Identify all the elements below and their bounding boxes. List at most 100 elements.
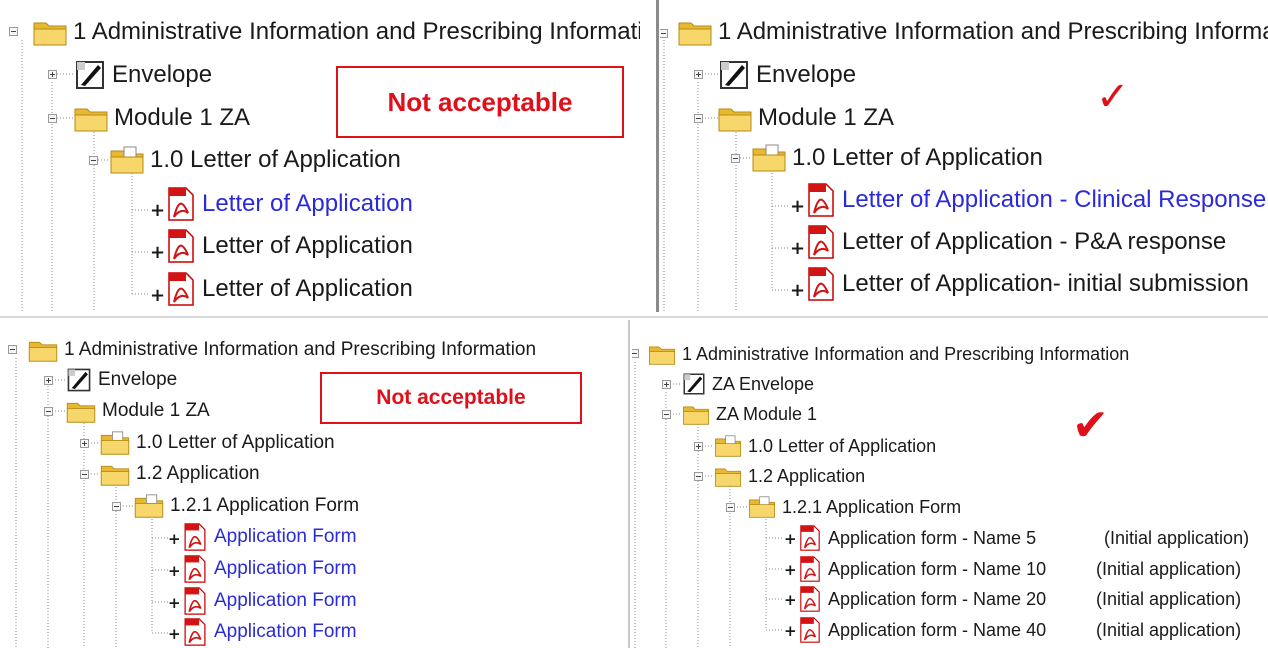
collapse-toggle[interactable] (660, 29, 668, 38)
file-note: (Initial application) (1096, 559, 1242, 579)
pdf-file-icon (168, 187, 194, 221)
tree-node-file[interactable]: Application form - Name 40 (798, 616, 1046, 644)
not-acceptable-stamp: Not acceptable (320, 372, 582, 424)
tree-node-letter-folder[interactable]: 1.0 Letter of Application (752, 140, 1043, 176)
tree-node-file[interactable]: Letter of Application- initial submissio… (806, 266, 1249, 302)
expand-toggle[interactable] (48, 70, 57, 79)
folder-open-icon (33, 22, 67, 46)
expand-toggle[interactable] (694, 442, 703, 451)
stamp-label: Not acceptable (376, 386, 526, 409)
tree-node-file[interactable]: Application Form (182, 618, 357, 646)
tree-node-root[interactable]: 1 Administrative Information and Prescri… (28, 336, 536, 364)
pdf-file-icon (184, 523, 206, 551)
tree-node-envelope[interactable]: Envelope (74, 57, 212, 93)
tree-node-letter-folder[interactable]: 1.0 Letter of Application (110, 142, 401, 178)
not-acceptable-stamp: Not acceptable (336, 66, 624, 138)
tree-node-root[interactable]: 1 Administrative Information and Prescri… (678, 14, 1268, 50)
folder-icon (715, 468, 741, 487)
tree-node-label: Envelope (756, 61, 857, 88)
tree-node-label: 1.2.1 Application Form (782, 496, 962, 517)
tree-node-file[interactable]: Application Form (182, 555, 357, 583)
tree-node-letter-folder[interactable]: 1.0 Letter of Application (100, 429, 335, 457)
collapse-toggle[interactable] (9, 27, 18, 36)
folder-open-icon (715, 435, 741, 457)
tree-node-label: Application form - Name 20 (828, 588, 1047, 609)
tree-node-module[interactable]: Module 1 ZA (74, 100, 250, 136)
collapse-toggle[interactable] (694, 472, 703, 481)
collapse-toggle[interactable] (632, 349, 639, 358)
tree-node-file[interactable]: Application form - Name 20 (798, 585, 1046, 613)
tree-node-form-folder[interactable]: 1.2.1 Application Form (748, 493, 961, 521)
expand-toggle[interactable] (662, 380, 671, 389)
tree-node-label: Application Form (214, 590, 357, 611)
panel-divider-vertical (656, 0, 659, 312)
tree-node-label: Letter of Application (202, 275, 413, 302)
pdf-file-icon (800, 556, 820, 582)
expand-toggle[interactable] (44, 376, 53, 385)
tree-node-root[interactable]: 1 Administrative Information and Prescri… (648, 340, 1129, 368)
folder-icon (74, 108, 108, 132)
collapse-toggle[interactable] (662, 410, 671, 419)
pdf-file-icon (808, 183, 834, 217)
folder-icon (718, 108, 752, 132)
pdf-file-icon (184, 587, 206, 615)
pdf-file-icon (800, 586, 820, 612)
tree-node-form-folder[interactable]: 1.2.1 Application Form (134, 492, 359, 520)
tree-node-file[interactable]: Application form - Name 5 (798, 524, 1036, 552)
tree-node-label: Application Form (214, 621, 357, 642)
tree-node-module[interactable]: ZA Module 1 (682, 400, 817, 428)
folder-open-icon (28, 341, 58, 362)
collapse-toggle[interactable] (89, 156, 98, 165)
tree-node-root[interactable]: 1 Administrative Information and Prescri… (33, 14, 640, 50)
folder-icon (683, 406, 709, 425)
plus-icon: + (168, 530, 181, 548)
plus-icon: + (784, 591, 797, 609)
folder-icon (66, 402, 96, 423)
tree-node-file[interactable]: Letter of Application (166, 228, 413, 264)
folder-icon (100, 465, 130, 486)
folder-open-icon (749, 496, 775, 518)
stamp-label: Not acceptable (387, 86, 573, 117)
tree-node-label: 1 Administrative Information and Prescri… (64, 339, 537, 360)
folder-open-icon (752, 144, 786, 172)
plus-icon: + (784, 561, 797, 579)
tree-node-file[interactable]: Letter of Application (166, 271, 413, 307)
tree-node-file[interactable]: Letter of Application - P&A response (806, 224, 1226, 260)
collapse-toggle[interactable] (726, 503, 735, 512)
tree-node-label: 1 Administrative Information and Prescri… (718, 18, 1268, 45)
plus-icon: + (168, 594, 181, 612)
tree-node-file[interactable]: Letter of Application - Clinical Respons… (806, 182, 1266, 218)
tree-node-envelope[interactable]: ZA Envelope (682, 370, 814, 398)
tree-node-label: Envelope (112, 61, 213, 88)
tree-node-file[interactable]: Application form - Name 10 (798, 555, 1046, 583)
collapse-toggle[interactable] (731, 154, 740, 163)
plus-icon: + (790, 280, 806, 301)
folder-open-icon (678, 22, 712, 46)
tree-node-application[interactable]: 1.2 Application (714, 462, 865, 490)
collapse-toggle[interactable] (80, 470, 89, 479)
expand-toggle[interactable] (80, 439, 89, 448)
collapse-toggle[interactable] (8, 345, 17, 354)
tree-node-label: Module 1 ZA (102, 400, 210, 421)
collapse-toggle[interactable] (112, 502, 121, 511)
plus-icon: + (790, 196, 806, 217)
tree-node-envelope[interactable]: Envelope (718, 57, 856, 93)
tree-node-label: Envelope (98, 369, 178, 390)
tree-node-file[interactable]: Application Form (182, 523, 357, 551)
tree-node-letter-folder[interactable]: 1.0 Letter of Application (714, 432, 936, 460)
tree-panel-bottom-right: 1 Administrative Information and Prescri… (632, 320, 1268, 648)
tree-node-file[interactable]: Application Form (182, 587, 357, 615)
pdf-file-icon (800, 617, 820, 643)
plus-icon: + (150, 242, 166, 263)
pdf-file-icon (800, 525, 820, 551)
collapse-toggle[interactable] (694, 114, 703, 123)
collapse-toggle[interactable] (48, 114, 57, 123)
plus-icon: + (784, 622, 797, 640)
collapse-toggle[interactable] (44, 407, 53, 416)
tree-node-file[interactable]: Letter of Application (166, 186, 413, 222)
tree-node-envelope[interactable]: Envelope (66, 366, 177, 394)
tree-node-module[interactable]: Module 1 ZA (66, 397, 210, 425)
expand-toggle[interactable] (694, 70, 703, 79)
tree-node-module[interactable]: Module 1 ZA (718, 100, 894, 136)
tree-node-application[interactable]: 1.2 Application (100, 460, 260, 488)
